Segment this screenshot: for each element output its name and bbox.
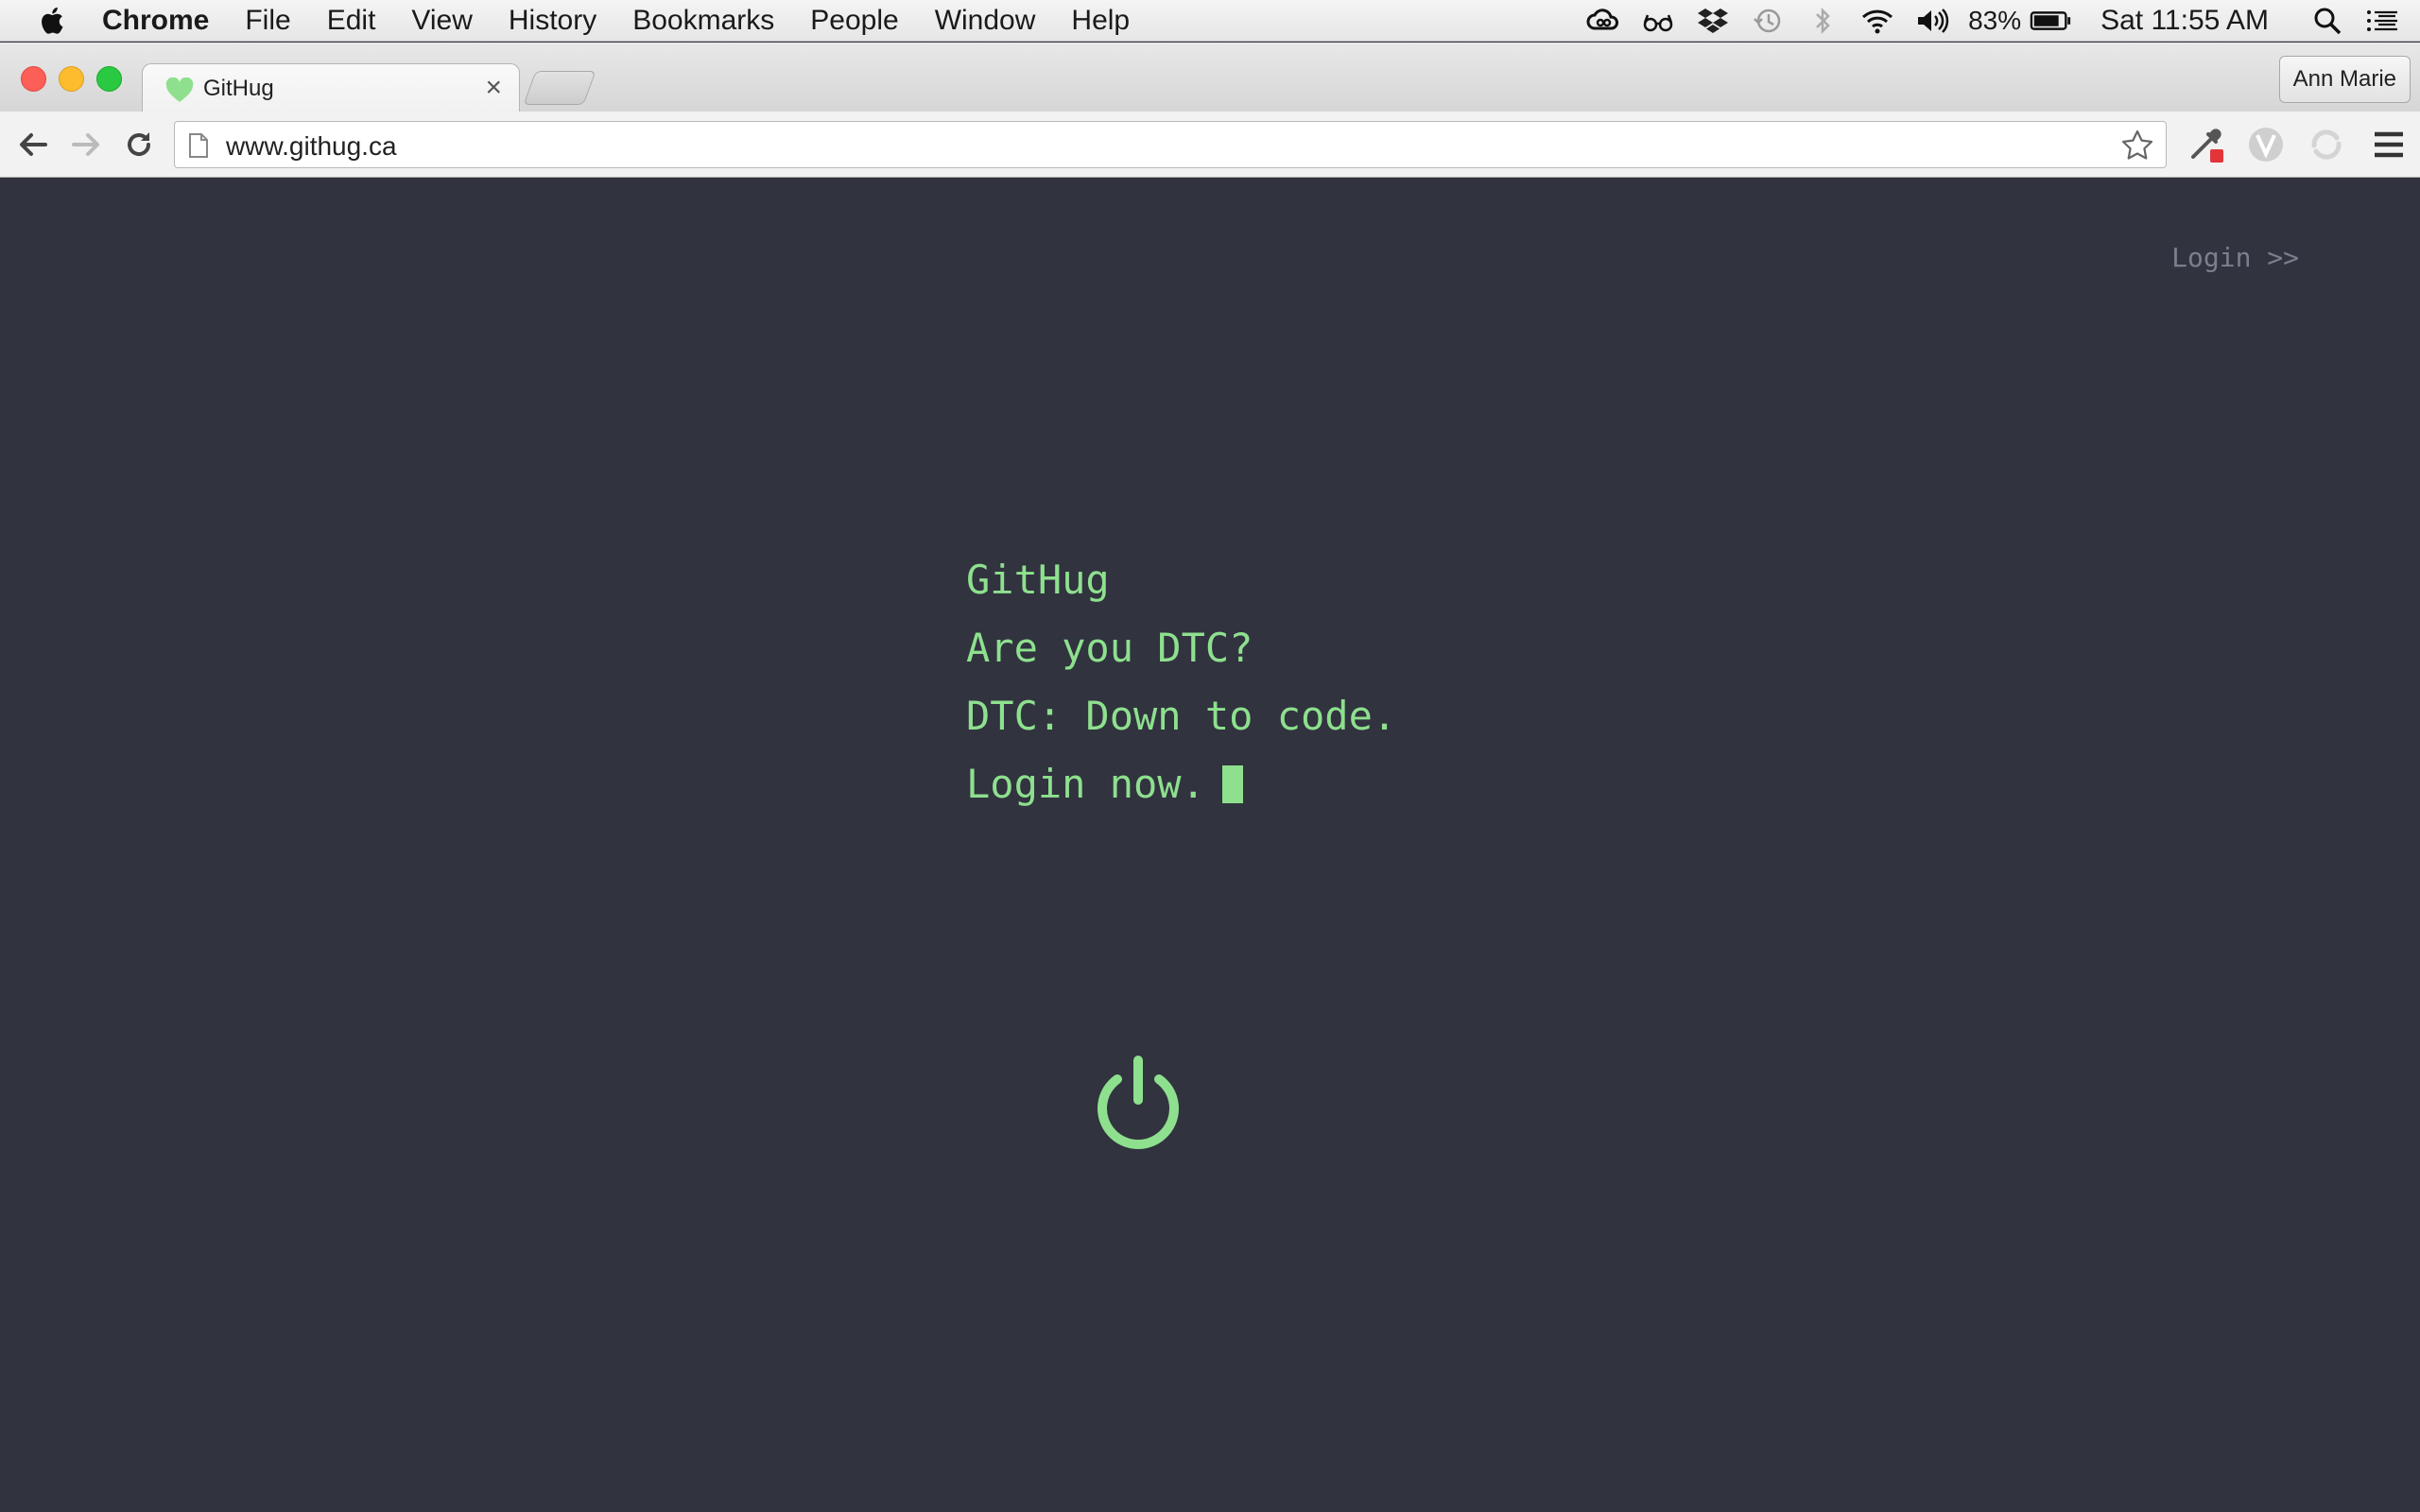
- glasses-icon[interactable]: [1639, 5, 1677, 37]
- wifi-icon[interactable]: [1858, 5, 1896, 37]
- clock[interactable]: Sat 11:55 AM: [2100, 5, 2269, 37]
- login-link[interactable]: Login >>: [2171, 242, 2299, 273]
- menu-edit[interactable]: Edit: [327, 5, 376, 37]
- apple-icon[interactable]: [36, 4, 70, 38]
- dropbox-icon[interactable]: [1694, 5, 1732, 37]
- menu-bar: Chrome File Edit View History Bookmarks …: [0, 0, 2420, 42]
- bluetooth-icon[interactable]: [1804, 5, 1841, 37]
- window-minimize-button[interactable]: [59, 66, 84, 92]
- eyedropper-extension-icon: [2191, 129, 2223, 163]
- chrome-menu-icon: [2375, 131, 2403, 158]
- back-button[interactable]: [15, 127, 51, 163]
- swirl-extension-button[interactable]: [2307, 125, 2346, 164]
- terminal-line-title: GitHug: [966, 557, 1110, 603]
- menu-app-name[interactable]: Chrome: [102, 5, 209, 37]
- power-button[interactable]: [1087, 1053, 1189, 1155]
- notification-center-icon[interactable]: [2363, 5, 2401, 37]
- spotlight-icon[interactable]: [2308, 5, 2346, 37]
- chrome-menu-button[interactable]: [2369, 125, 2409, 164]
- tab-close-button[interactable]: ×: [485, 72, 502, 104]
- tab-githug[interactable]: GitHug ×: [142, 63, 520, 112]
- blinking-cursor: [1221, 765, 1243, 803]
- new-tab-button[interactable]: [523, 71, 596, 105]
- menu-history[interactable]: History: [509, 5, 596, 37]
- menu-window[interactable]: Window: [935, 5, 1036, 37]
- terminal-line-question: Are you DTC?: [966, 625, 1253, 671]
- profile-button[interactable]: Ann Marie: [2278, 56, 2411, 103]
- menu-bookmarks[interactable]: Bookmarks: [632, 5, 774, 37]
- window-zoom-button[interactable]: [96, 66, 122, 92]
- page-icon: [189, 133, 208, 158]
- status-area: 83% Sat 11:55 AM: [1567, 0, 2420, 42]
- menu-people[interactable]: People: [810, 5, 898, 37]
- swirl-extension-icon: [2311, 129, 2342, 160]
- time-machine-icon[interactable]: [1749, 5, 1787, 37]
- battery-percent[interactable]: 83%: [1968, 6, 2021, 36]
- reload-icon: [128, 132, 151, 157]
- terminal-text: GitHug Are you DTC? DTC: Down to code. L…: [966, 546, 1396, 818]
- bookmark-star-icon[interactable]: [2120, 129, 2154, 163]
- url-text[interactable]: www.githug.ca: [226, 131, 397, 162]
- v-extension-button[interactable]: [2246, 125, 2286, 164]
- terminal-prompt-text: Login now.: [966, 761, 1205, 807]
- menu-file[interactable]: File: [245, 5, 290, 37]
- browser-toolbar: www.githug.ca: [0, 112, 2420, 178]
- volume-icon[interactable]: [1913, 5, 1951, 37]
- tab-title: GitHug: [203, 76, 274, 101]
- v-extension-icon: [2249, 128, 2283, 162]
- heart-favicon: [165, 77, 194, 102]
- tab-strip: GitHug × Ann Marie: [0, 43, 2420, 112]
- menu-help[interactable]: Help: [1071, 5, 1130, 37]
- forward-icon: [72, 133, 99, 156]
- terminal-line-prompt: Login now.: [966, 750, 1396, 818]
- back-icon: [20, 133, 47, 156]
- power-icon: [1098, 1056, 1179, 1149]
- eyedropper-extension-button[interactable]: [2186, 125, 2225, 164]
- reload-button[interactable]: [121, 127, 157, 163]
- page-content: Login >> GitHug Are you DTC? DTC: Down t…: [0, 178, 2420, 1512]
- battery-icon[interactable]: [2029, 5, 2074, 37]
- creative-cloud-icon[interactable]: [1584, 5, 1622, 37]
- address-bar[interactable]: www.githug.ca: [174, 121, 2167, 168]
- window-close-button[interactable]: [21, 66, 46, 92]
- terminal-line-definition: DTC: Down to code.: [966, 693, 1397, 739]
- forward-button[interactable]: [68, 127, 104, 163]
- menu-view[interactable]: View: [411, 5, 472, 37]
